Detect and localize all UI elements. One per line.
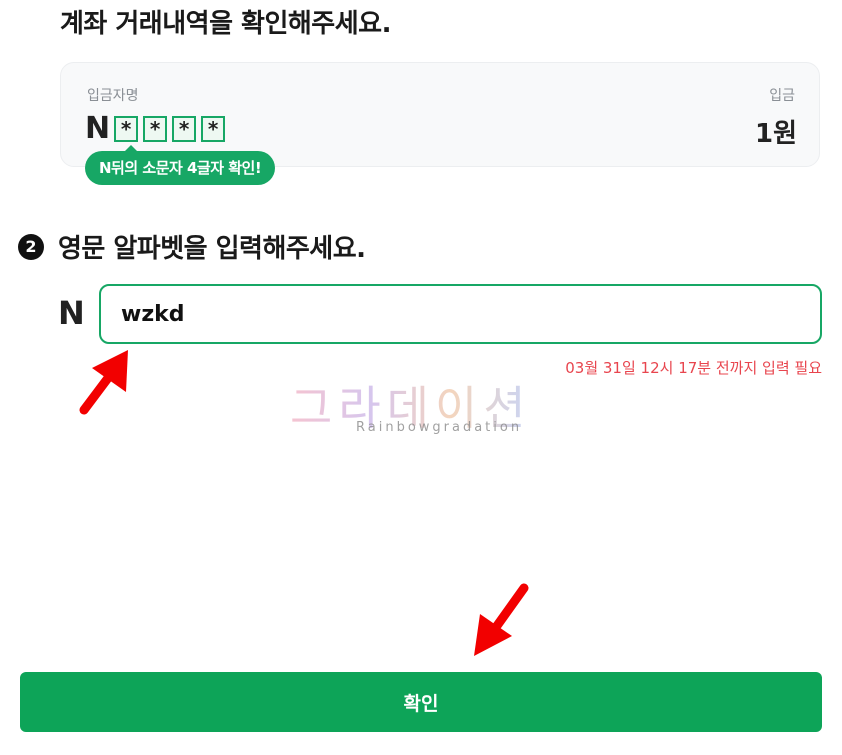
deadline-text: 03월 31일 12시 17분 전까지 입력 필요 <box>565 359 822 377</box>
mask-char-box: * <box>172 116 197 142</box>
deposit-label: 입금 <box>769 88 795 104</box>
red-arrow-icon <box>474 583 529 656</box>
red-arrow-icon <box>79 350 128 415</box>
step-2-title: 2 영문 알파벳을 입력해주세요. <box>18 228 366 265</box>
step-2-text: 영문 알파벳을 입력해주세요. <box>58 234 366 264</box>
alphabet-input[interactable] <box>99 284 822 344</box>
input-prefix: N <box>58 294 85 332</box>
masked-depositor-name: N * * * * <box>85 113 230 145</box>
watermark-subtitle: Rainbowgradation <box>356 420 523 435</box>
mask-char-box: * <box>114 116 139 142</box>
step-number-badge: 2 <box>18 233 44 260</box>
hint-badge: N뒤의 소문자 4글자 확인! <box>85 145 276 185</box>
page-title: 계좌 거래내역을 확인해주세요. <box>60 9 391 39</box>
masked-prefix: N <box>85 111 111 146</box>
mask-char-box: * <box>201 116 226 142</box>
depositor-label: 입금자명 <box>87 88 139 104</box>
confirm-button[interactable]: 확인 <box>20 672 822 732</box>
mask-char-box: * <box>143 116 168 142</box>
deposit-amount: 1원 <box>754 119 797 149</box>
